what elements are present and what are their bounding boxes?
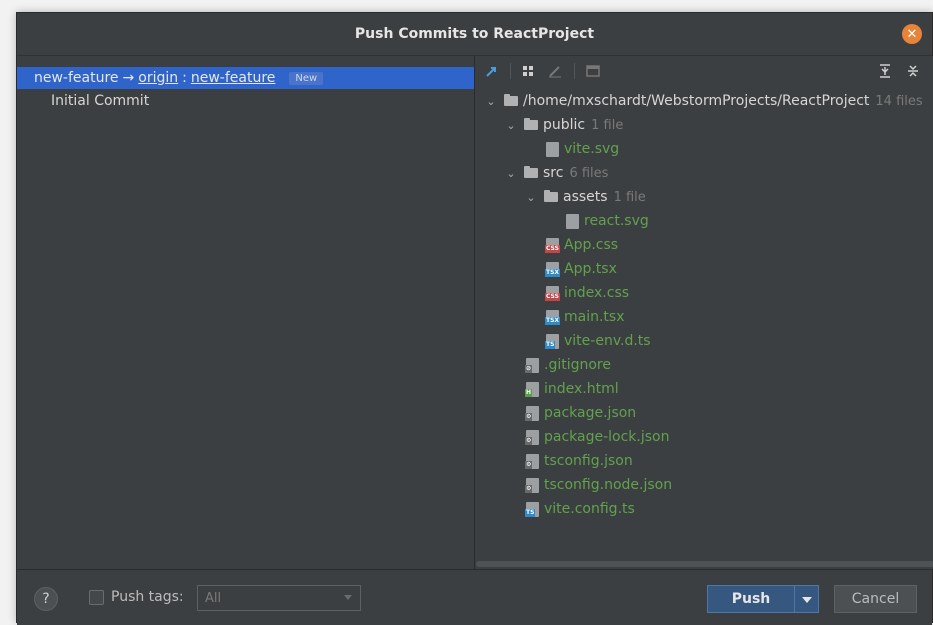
html-file-icon: H bbox=[525, 381, 539, 397]
folder-count: 1 file bbox=[591, 117, 624, 133]
file-name: vite.svg bbox=[564, 141, 620, 157]
file-name: App.css bbox=[564, 237, 619, 253]
new-badge: New bbox=[289, 71, 324, 85]
close-icon[interactable]: ✕ bbox=[902, 24, 922, 44]
tags-select-value: All bbox=[205, 590, 222, 606]
push-commits-dialog: Push Commits to ReactProject ✕ new-featu… bbox=[16, 12, 933, 625]
folder-name: public bbox=[543, 117, 586, 133]
chevron-down-icon[interactable]: ⌄ bbox=[484, 95, 498, 108]
commits-pane: new-feature → origin : new-feature New I… bbox=[17, 56, 475, 569]
toolbar-separator bbox=[510, 63, 511, 79]
file-name: tsconfig.json bbox=[544, 453, 633, 469]
chevron-down-icon[interactable]: ⌄ bbox=[504, 119, 518, 132]
tree-folder-assets[interactable]: ⌄ assets 1 file bbox=[524, 186, 646, 208]
file-name: App.tsx bbox=[564, 261, 617, 277]
css-file-icon: CSS bbox=[545, 237, 560, 253]
title-bar: Push Commits to ReactProject ✕ bbox=[17, 13, 932, 56]
file-name: index.css bbox=[564, 285, 630, 301]
json-file-icon: ⚙ bbox=[525, 477, 539, 493]
gitignore-file-icon: ⊘ bbox=[525, 357, 539, 373]
tree-file[interactable]: TS vite-env.d.ts bbox=[545, 330, 651, 352]
push-tags-checkbox[interactable] bbox=[89, 590, 104, 605]
push-arrow-icon[interactable] bbox=[484, 62, 502, 80]
tsx-file-icon: TSX bbox=[545, 261, 561, 277]
file-name: package.json bbox=[544, 405, 637, 421]
file-name: vite.config.ts bbox=[544, 501, 635, 517]
collapse-all-icon[interactable] bbox=[904, 62, 922, 80]
changes-toolbar bbox=[476, 56, 933, 86]
expand-all-icon[interactable] bbox=[876, 62, 894, 80]
push-tags-label: Push tags: bbox=[111, 589, 184, 605]
push-button[interactable]: Push bbox=[707, 585, 795, 613]
tree-file[interactable]: H index.html bbox=[525, 378, 619, 400]
file-name: .gitignore bbox=[544, 357, 611, 373]
tree-file[interactable]: ⚙ tsconfig.json bbox=[525, 450, 633, 472]
folder-icon bbox=[524, 166, 538, 178]
ts-file-icon: TS bbox=[545, 333, 559, 349]
file-name: package-lock.json bbox=[544, 429, 670, 445]
branch-separator: : bbox=[182, 70, 187, 86]
changes-pane: ⌄ /home/mxschardt/WebstormProjects/React… bbox=[476, 56, 933, 569]
horizontal-scrollbar[interactable] bbox=[476, 561, 933, 567]
ts-file-icon: TS bbox=[525, 501, 539, 517]
json-file-icon: ⚙ bbox=[525, 405, 539, 421]
tree-file[interactable]: ⚙ package-lock.json bbox=[525, 426, 670, 448]
svg-file-icon bbox=[546, 141, 559, 157]
tree-file[interactable]: react.svg bbox=[566, 210, 649, 232]
tree-file[interactable]: TS vite.config.ts bbox=[525, 498, 635, 520]
tags-select[interactable]: All bbox=[197, 585, 361, 611]
file-name: index.html bbox=[544, 381, 619, 397]
group-by-icon[interactable] bbox=[520, 62, 538, 80]
folder-count: 6 files bbox=[569, 165, 609, 181]
file-name: main.tsx bbox=[564, 309, 625, 325]
tree-folder-src[interactable]: ⌄ src 6 files bbox=[504, 162, 608, 184]
dialog-title: Push Commits to ReactProject bbox=[354, 26, 595, 42]
chevron-down-icon bbox=[344, 595, 352, 600]
arrow-icon: → bbox=[122, 70, 135, 86]
folder-name: assets bbox=[563, 189, 608, 205]
tree-file[interactable]: ⚙ package.json bbox=[525, 402, 637, 424]
tree-file[interactable]: vite.svg bbox=[546, 138, 619, 160]
tree-file[interactable]: TSX main.tsx bbox=[545, 306, 625, 328]
json-file-icon: ⚙ bbox=[525, 453, 539, 469]
file-name: react.svg bbox=[584, 213, 649, 229]
root-path: /home/mxschardt/WebstormProjects/ReactPr… bbox=[523, 93, 870, 109]
branch-row[interactable]: new-feature → origin : new-feature New bbox=[17, 67, 474, 89]
file-name: vite-env.d.ts bbox=[564, 333, 651, 349]
toolbar-separator bbox=[574, 63, 575, 79]
local-branch: new-feature bbox=[34, 70, 119, 86]
file-name: tsconfig.node.json bbox=[544, 477, 673, 493]
push-options-dropdown[interactable] bbox=[794, 585, 819, 613]
css-file-icon: CSS bbox=[545, 285, 560, 301]
tree-file[interactable]: CSS App.css bbox=[545, 234, 619, 256]
remote-branch-link[interactable]: new-feature bbox=[191, 70, 276, 86]
tree-folder-public[interactable]: ⌄ public 1 file bbox=[504, 114, 623, 136]
tsx-file-icon: TSX bbox=[545, 309, 561, 325]
folder-icon bbox=[524, 118, 538, 130]
show-diff-icon[interactable] bbox=[584, 62, 602, 80]
folder-icon bbox=[544, 190, 558, 202]
folder-name: src bbox=[543, 165, 564, 181]
folder-icon bbox=[504, 94, 518, 106]
commit-message: Initial Commit bbox=[51, 93, 150, 109]
tree-file[interactable]: TSX App.tsx bbox=[545, 258, 617, 280]
tree-file[interactable]: ⚙ tsconfig.node.json bbox=[525, 474, 673, 496]
edit-icon[interactable] bbox=[546, 62, 564, 80]
folder-count: 1 file bbox=[613, 189, 646, 205]
remote-link[interactable]: origin bbox=[138, 70, 178, 86]
json-file-icon: ⚙ bbox=[525, 429, 539, 445]
help-button[interactable]: ? bbox=[34, 587, 58, 611]
svg-file-icon bbox=[566, 213, 579, 229]
root-count: 14 files bbox=[875, 93, 923, 109]
chevron-down-icon[interactable]: ⌄ bbox=[504, 167, 518, 180]
cancel-button[interactable]: Cancel bbox=[834, 585, 917, 613]
chevron-down-icon[interactable]: ⌄ bbox=[524, 191, 538, 204]
tree-root[interactable]: ⌄ /home/mxschardt/WebstormProjects/React… bbox=[484, 90, 923, 112]
tree-file[interactable]: ⊘ .gitignore bbox=[525, 354, 611, 376]
tree-file[interactable]: CSS index.css bbox=[545, 282, 630, 304]
dialog-footer: ? Push tags: All Push Cancel bbox=[17, 569, 932, 625]
commit-item[interactable]: Initial Commit bbox=[51, 90, 149, 112]
